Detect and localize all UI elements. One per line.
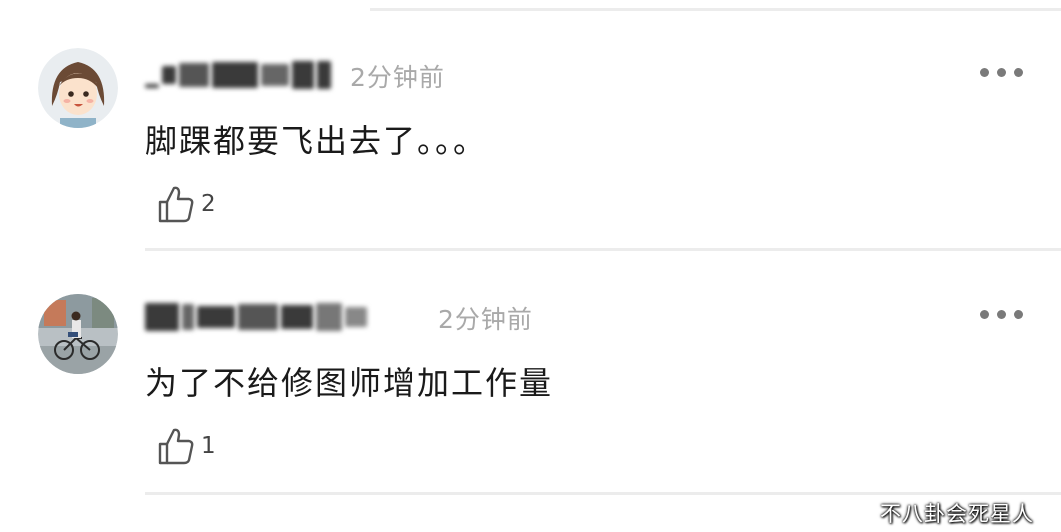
comment-item: 2分钟前 脚踝都要飞出去了。。。 2 (0, 0, 1061, 251)
avatar[interactable] (38, 294, 118, 374)
thumbs-up-icon (158, 428, 194, 465)
like-count: 1 (201, 433, 216, 459)
watermark-text: 不八卦会死星人 (880, 502, 1034, 526)
cartoon-girl-avatar-icon (38, 48, 118, 128)
ellipsis-icon[interactable] (980, 68, 1023, 77)
like-button[interactable]: 1 (157, 426, 216, 466)
like-count: 2 (201, 191, 216, 217)
thumbs-up-icon (158, 186, 194, 223)
username-obscured[interactable] (145, 58, 331, 92)
username-obscured[interactable] (145, 300, 367, 334)
ellipsis-icon[interactable] (980, 310, 1023, 319)
comment-divider (145, 492, 1061, 495)
comment-time: 2分钟前 (438, 305, 533, 334)
comment-time: 2分钟前 (350, 63, 445, 92)
comment-text: 脚踝都要飞出去了。。。 (145, 122, 488, 160)
comment-item: 2分钟前 为了不给修图师增加工作量 1 (0, 250, 1061, 500)
like-button[interactable]: 2 (157, 184, 216, 224)
comment-text: 为了不给修图师增加工作量 (145, 364, 554, 402)
cyclist-photo-avatar-icon (38, 294, 118, 374)
avatar[interactable] (38, 48, 118, 128)
